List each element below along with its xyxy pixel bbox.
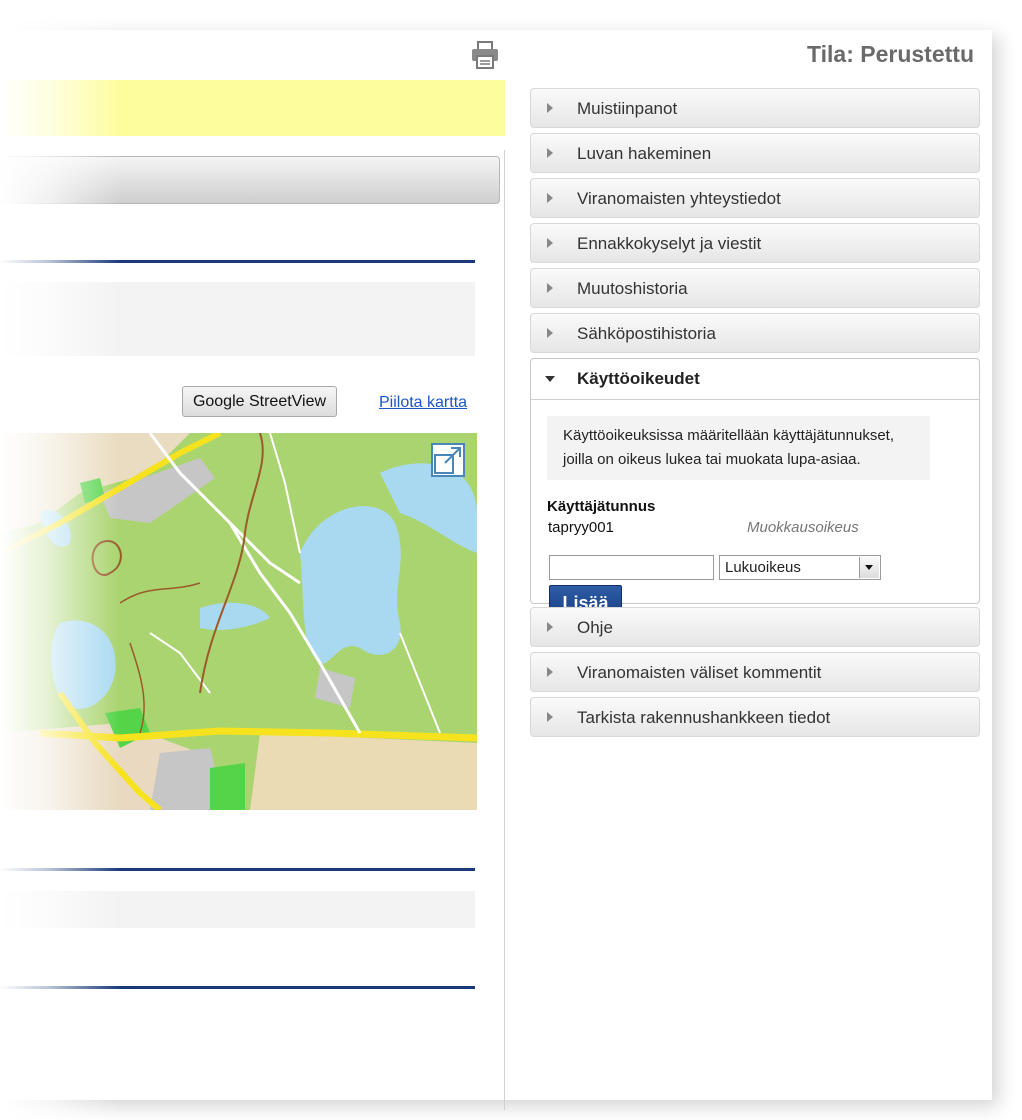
chevron-down-icon xyxy=(859,557,879,578)
info-panel xyxy=(0,891,475,928)
chevron-right-icon xyxy=(547,328,553,338)
chevron-right-icon xyxy=(547,103,553,113)
accordion-item-muistiinpanot[interactable]: Muistiinpanot xyxy=(530,88,980,128)
add-user-row: Lukuoikeus Lisää xyxy=(547,555,963,622)
section-divider xyxy=(0,986,475,989)
section-divider xyxy=(0,260,475,263)
new-username-input[interactable] xyxy=(549,555,714,580)
username: tapryy001 xyxy=(548,519,614,536)
chevron-right-icon xyxy=(547,193,553,203)
accordion-item-label: Muutoshistoria xyxy=(577,279,688,298)
accordion-item-luvan-hakeminen[interactable]: Luvan hakeminen xyxy=(530,133,980,173)
accordion-item-label: Muistiinpanot xyxy=(577,99,678,118)
streetview-button[interactable]: Google StreetView xyxy=(182,386,337,417)
accordion-item-label: Käyttöoikeudet xyxy=(577,369,700,388)
accordion-item-label: Tarkista rakennushankkeen tiedot xyxy=(577,708,831,727)
chevron-right-icon xyxy=(547,712,553,722)
accordion-body: Käyttöoikeuksissa määritellään käyttäjät… xyxy=(531,400,979,622)
right-select[interactable]: Lukuoikeus xyxy=(719,555,881,580)
accordion-item-label: Ennakkokyselyt ja viestit xyxy=(577,234,762,253)
user-right: Muokkausoikeus xyxy=(747,519,859,536)
accordion-item-viranomaisten-yhteystiedot[interactable]: Viranomaisten yhteystiedot xyxy=(530,178,980,218)
map-view[interactable] xyxy=(0,433,477,810)
section-header-bar[interactable] xyxy=(0,156,500,204)
column-divider xyxy=(504,150,505,1110)
accordion-item-ohje[interactable]: Ohje xyxy=(530,607,980,647)
right-select-value: Lukuoikeus xyxy=(725,559,801,576)
accordion-item-muutoshistoria[interactable]: Muutoshistoria xyxy=(530,268,980,308)
accordion-item-label: Viranomaisten väliset kommentit xyxy=(577,663,822,682)
printer-icon[interactable] xyxy=(470,40,500,70)
accordion-item-viranomaisten-kommentit[interactable]: Viranomaisten väliset kommentit xyxy=(530,652,980,692)
user-row: tapryy001 Muokkausoikeus xyxy=(547,519,963,543)
hide-map-link[interactable]: Piilota kartta xyxy=(379,394,467,412)
accordion-item-ennakkokyselyt[interactable]: Ennakkokyselyt ja viestit xyxy=(530,223,980,263)
accordion-item-label: Luvan hakeminen xyxy=(577,144,712,163)
accordion-item-tarkista-tiedot[interactable]: Tarkista rakennushankkeen tiedot xyxy=(530,697,980,737)
accordion-item-sahkopostihistoria[interactable]: Sähköpostihistoria xyxy=(530,313,980,353)
chevron-right-icon xyxy=(547,238,553,248)
chevron-down-icon xyxy=(545,376,555,382)
permissions-info: Käyttöoikeuksissa määritellään käyttäjät… xyxy=(547,416,930,480)
accordion-item-label: Ohje xyxy=(577,618,613,637)
section-divider xyxy=(0,868,475,871)
permissions-info-line: Käyttöoikeuksissa määritellään käyttäjät… xyxy=(563,427,895,444)
info-panel xyxy=(0,282,475,356)
chevron-right-icon xyxy=(547,283,553,293)
chevron-right-icon xyxy=(547,622,553,632)
username-column-header: Käyttäjätunnus xyxy=(547,498,656,515)
side-accordion: Muistiinpanot Luvan hakeminen Viranomais… xyxy=(530,88,980,742)
accordion-item-kayttooikeudet[interactable]: Käyttöoikeudet xyxy=(531,359,979,400)
permissions-info-line: joilla on oikeus lukea tai muokata lupa-… xyxy=(563,451,861,468)
chevron-right-icon xyxy=(547,667,553,677)
chevron-right-icon xyxy=(547,148,553,158)
notice-bar xyxy=(0,80,505,136)
expand-icon[interactable] xyxy=(431,443,465,477)
status-title: Tila: Perustettu xyxy=(807,41,974,67)
accordion-item-label: Sähköpostihistoria xyxy=(577,324,716,343)
accordion-section-kayttooikeudet: Käyttöoikeudet Käyttöoikeuksissa määrite… xyxy=(530,358,980,622)
accordion-item-label: Viranomaisten yhteystiedot xyxy=(577,189,781,208)
